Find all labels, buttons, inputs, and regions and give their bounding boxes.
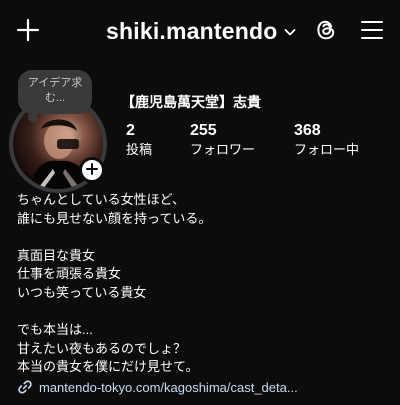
following-count[interactable]: 368 フォロー中 <box>294 122 359 159</box>
stat-value: 2 <box>126 122 135 139</box>
bio-line: 仕事を頑張る貴女 <box>17 266 122 282</box>
bio-blank-line <box>17 303 387 322</box>
bio-line: ちゃんとしている女性ほど、 <box>17 192 185 207</box>
bio: ちゃんとしている女性ほど、 誰にも見せない顔を持っている。 真面目な貴女 仕事を… <box>17 191 387 377</box>
stat-value: 368 <box>294 122 321 139</box>
top-bar: shiki.mantendo <box>0 0 400 62</box>
chevron-down-icon <box>284 25 296 37</box>
stat-label: フォロー中 <box>294 142 360 157</box>
note-text: アイデア求む... <box>27 77 83 104</box>
stat-label: フォロワー <box>190 142 256 157</box>
followers-count[interactable]: 255 フォロワー <box>190 122 255 159</box>
username: shiki.mantendo <box>106 17 278 44</box>
bio-line: 甘えたい夜もあるのでしょ？ <box>17 340 187 356</box>
add-story-button[interactable] <box>79 157 105 183</box>
link-text: mantendo-tokyo.com/kagoshima/cast_deta..… <box>39 379 298 395</box>
menu-icon[interactable] <box>360 19 384 41</box>
note-bubble-tail <box>28 112 38 122</box>
display-name: 【鹿児島萬天堂】志貴 <box>121 94 261 110</box>
link-icon <box>17 379 33 395</box>
bio-line: 誰にも見せない顔を持っている。 <box>17 210 212 226</box>
bio-line: でも本当は... <box>17 322 93 338</box>
posts-count[interactable]: 2 投稿 <box>126 122 152 159</box>
bio-line: 本当の貴女を僕にだけ見せて。 <box>17 359 199 375</box>
plus-icon <box>85 161 99 180</box>
bio-blank-line <box>17 228 387 247</box>
profile-link[interactable]: mantendo-tokyo.com/kagoshima/cast_deta..… <box>17 379 298 395</box>
plus-icon[interactable] <box>16 18 40 42</box>
stat-value: 255 <box>190 122 217 139</box>
note-bubble[interactable]: アイデア求む... <box>18 70 92 114</box>
account-switcher[interactable]: shiki.mantendo <box>106 16 296 46</box>
bio-line: 真面目な貴女 <box>17 247 96 263</box>
stat-label: 投稿 <box>126 142 153 157</box>
bio-line: いつも笑っている貴女 <box>17 284 147 300</box>
threads-icon[interactable] <box>314 18 338 42</box>
